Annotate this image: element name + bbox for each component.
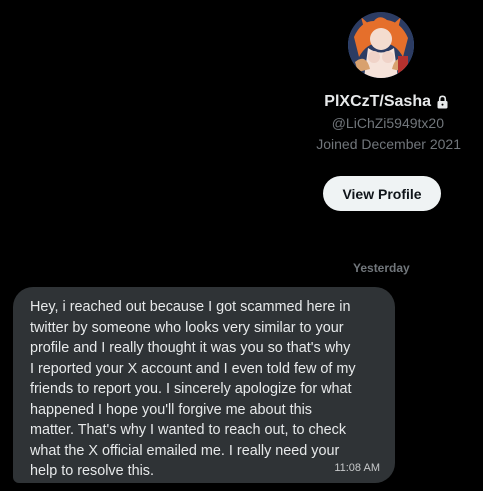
avatar[interactable] xyxy=(348,12,414,78)
profile-handle[interactable]: @LiChZi5949tx20 xyxy=(332,114,444,132)
display-name-row: PlXCzT/Sasha xyxy=(324,91,449,113)
lock-icon xyxy=(436,95,449,109)
message-timestamp: 11:08 AM xyxy=(334,462,380,474)
view-profile-button[interactable]: View Profile xyxy=(323,176,441,211)
dm-conversation-page: PlXCzT/Sasha @LiChZi5949tx20 Joined Dece… xyxy=(0,0,483,491)
received-message-bubble[interactable]: Hey, i reached out because I got scammed… xyxy=(13,287,395,483)
display-name[interactable]: PlXCzT/Sasha xyxy=(324,92,431,112)
message-text: Hey, i reached out because I got scammed… xyxy=(30,299,356,479)
joined-date: Joined December 2021 xyxy=(316,136,461,152)
date-divider: Yesterday xyxy=(353,261,410,275)
conversation-profile-header: PlXCzT/Sasha @LiChZi5949tx20 Joined Dece… xyxy=(0,0,483,230)
